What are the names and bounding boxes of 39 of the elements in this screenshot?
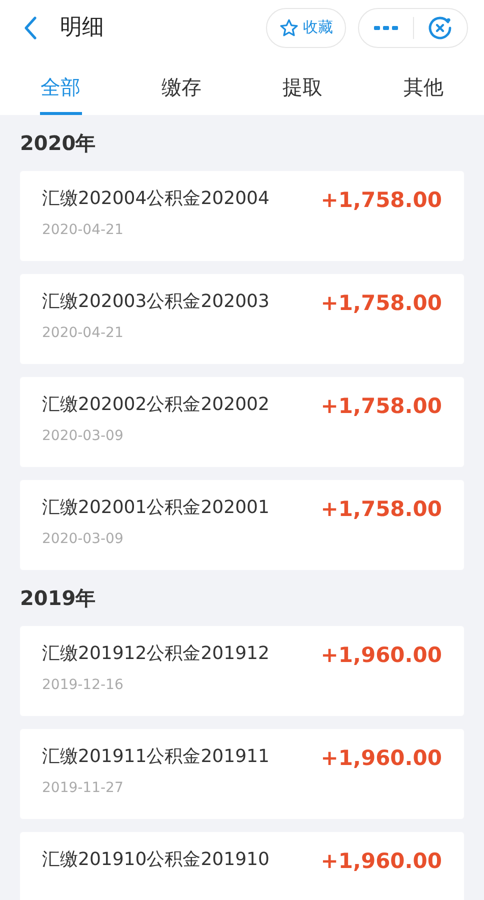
- record-amount: +1,758.00: [320, 290, 442, 317]
- record-date: 2020-04-21: [42, 324, 124, 343]
- back-icon: [23, 16, 37, 40]
- record-title: 汇缴201910公积金201910: [42, 848, 270, 872]
- record-card[interactable]: 汇缴201912公积金201912 2019-12-16 +1,960.00: [20, 626, 464, 716]
- record-title: 汇缴202001公积金202001: [42, 496, 270, 520]
- year-heading: 2020年: [20, 130, 96, 157]
- record-title: 汇缴202002公积金202002: [42, 393, 270, 417]
- record-title: 汇缴201911公积金201911: [42, 745, 270, 769]
- tab[interactable]: 提取: [242, 55, 363, 115]
- tab[interactable]: 其他: [363, 55, 484, 115]
- record-amount: +1,758.00: [320, 187, 442, 214]
- record-card[interactable]: 汇缴202003公积金202003 2020-04-21 +1,758.00: [20, 274, 464, 364]
- record-date: 2020-03-09: [42, 530, 124, 549]
- page-title: 明细: [60, 14, 104, 42]
- record-date: 2020-03-09: [42, 427, 124, 446]
- record-date: 2020-04-21: [42, 221, 124, 240]
- record-card[interactable]: 汇缴202001公积金202001 2020-03-09 +1,758.00: [20, 480, 464, 570]
- more-icon: [374, 24, 398, 30]
- record-amount: +1,758.00: [320, 393, 442, 420]
- record-amount: +1,960.00: [320, 745, 442, 772]
- tab[interactable]: 缴存: [121, 55, 242, 115]
- record-date: 2019-11-27: [42, 779, 124, 798]
- record-date: 2019-12-16: [42, 676, 124, 695]
- favorite-button[interactable]: 收藏: [266, 8, 346, 48]
- record-amount: +1,960.00: [320, 642, 442, 669]
- tab[interactable]: 全部: [0, 55, 121, 115]
- record-amount: +1,960.00: [320, 848, 442, 875]
- record-title: 汇缴202003公积金202003: [42, 290, 270, 314]
- record-amount: +1,758.00: [320, 496, 442, 523]
- year-heading: 2019年: [20, 585, 96, 612]
- record-card[interactable]: 汇缴201910公积金201910 +1,960.00: [20, 832, 464, 900]
- star-icon: [279, 18, 299, 38]
- close-icon: [427, 14, 454, 40]
- record-title: 汇缴202004公积金202004: [42, 187, 270, 211]
- record-title: 汇缴201912公积金201912: [42, 642, 270, 666]
- record-card[interactable]: 汇缴202004公积金202004 2020-04-21 +1,758.00: [20, 171, 464, 261]
- record-card[interactable]: 汇缴202002公积金202002 2020-03-09 +1,758.00: [20, 377, 464, 467]
- record-card[interactable]: 汇缴201911公积金201911 2019-11-27 +1,960.00: [20, 729, 464, 819]
